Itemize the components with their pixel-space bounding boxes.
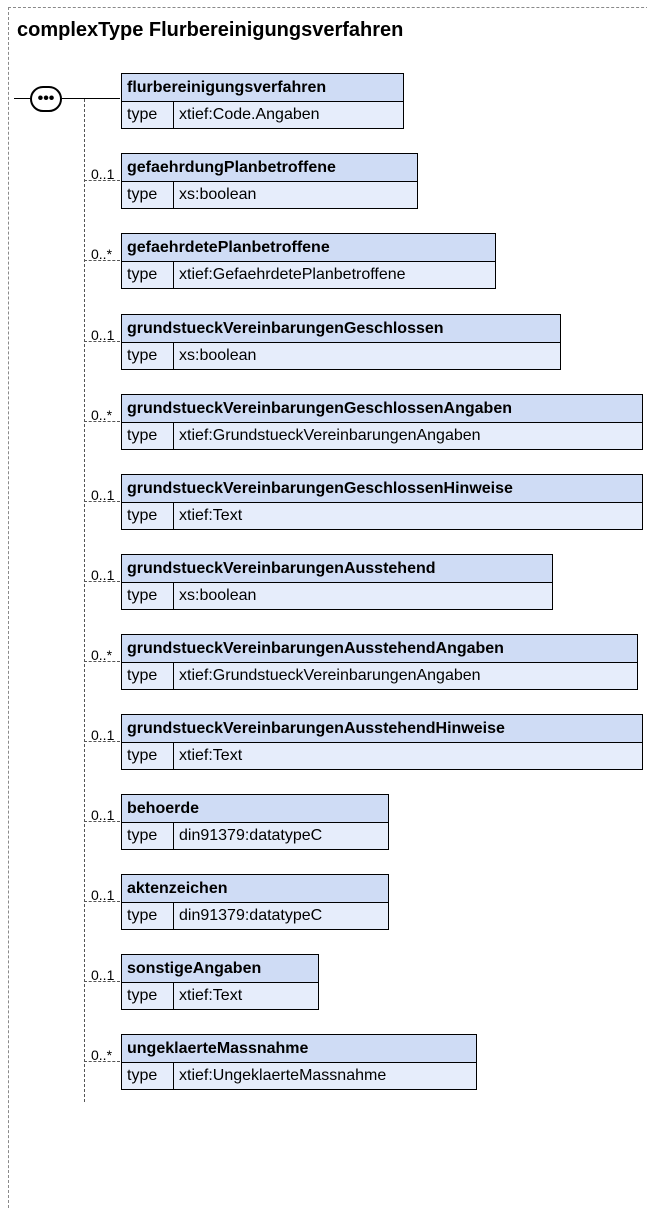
type-label: type [122,503,174,529]
type-value: xtief:Text [179,747,243,764]
type-label: type [122,743,174,769]
type-value: xs:boolean [179,347,257,364]
occurrence-label: 0..* [91,1047,113,1063]
type-label: type [122,663,174,689]
element-box[interactable]: grundstueckVereinbarungenGeschlossen type… [121,314,561,370]
type-value: xtief:Text [179,507,243,524]
type-value: xtief:GefaehrdetePlanbetroffene [179,266,406,283]
type-row: type xtief:Text [122,503,642,529]
sequence-icon[interactable]: ••• [30,86,62,112]
element-name: grundstueckVereinbarungenAusstehendHinwe… [122,715,642,743]
type-row: type xtief:GrundstueckVereinbarungenAngab… [122,423,642,449]
element-box[interactable]: grundstueckVereinbarungenAusstehendHinwe… [121,714,643,770]
type-label: type [122,262,174,288]
occurrence-label: 0..1 [91,487,115,503]
element-name: grundstueckVereinbarungenAusstehend [122,555,552,583]
type-label: type [122,1063,174,1089]
type-label: type [122,903,174,929]
type-label: type [122,423,174,449]
type-value: xs:boolean [179,587,257,604]
element-name: grundstueckVereinbarungenGeschlossen [122,315,560,343]
element-name: sonstigeAngaben [122,955,318,983]
occurrence-label: 0..1 [91,807,115,823]
type-row: type xtief:Code.Angaben [122,102,403,128]
connector-line [84,98,120,99]
type-row: type xtief:Text [122,983,318,1009]
type-row: type xs:boolean [122,182,417,208]
element-box[interactable]: grundstueckVereinbarungenGeschlossenAnga… [121,394,643,450]
type-row: type din91379:datatypeC [122,823,388,849]
type-label: type [122,983,174,1009]
occurrence-label: 0..* [91,407,113,423]
type-row: type xs:boolean [122,583,552,609]
element-box[interactable]: behoerde type din91379:datatypeC [121,794,389,850]
element-name: aktenzeichen [122,875,388,903]
element-box[interactable]: grundstueckVereinbarungenGeschlossenHinw… [121,474,643,530]
element-name: ungeklaerteMassnahme [122,1035,476,1063]
type-value: xtief:GrundstueckVereinbarungenAngaben [179,427,481,444]
type-value: xtief:GrundstueckVereinbarungenAngaben [179,667,481,684]
type-label: type [122,102,174,128]
element-name: grundstueckVereinbarungenGeschlossenHinw… [122,475,642,503]
occurrence-label: 0..1 [91,887,115,903]
occurrence-label: 0..* [91,246,113,262]
connector-line [62,98,84,99]
element-box[interactable]: gefaehrdetePlanbetroffene type xtief:Gefae… [121,233,496,289]
connector-line [14,98,30,99]
element-box[interactable]: aktenzeichen type din91379:datatypeC [121,874,389,930]
element-name: behoerde [122,795,388,823]
occurrence-label: 0..1 [91,327,115,343]
type-value: din91379:datatypeC [179,827,323,844]
element-box[interactable]: gefaehrdungPlanbetroffene type xs:boolean [121,153,418,209]
occurrence-label: 0..1 [91,967,115,983]
occurrence-label: 0..1 [91,567,115,583]
sequence-branch-line [84,99,85,1102]
type-row: type xtief:UngeklaerteMassnahme [122,1063,476,1089]
type-label: type [122,343,174,369]
type-row: type xtief:Text [122,743,642,769]
occurrence-label: 0..1 [91,166,115,182]
type-value: xs:boolean [179,186,257,203]
element-name: gefaehrdungPlanbetroffene [122,154,417,182]
element-box[interactable]: ungeklaerteMassnahme type xtief:Ungeklaert… [121,1034,477,1090]
diagram-title: complexType Flurbereinigungsverfahren [17,19,404,41]
type-row: type din91379:datatypeC [122,903,388,929]
type-value: xtief:UngeklaerteMassnahme [179,1067,387,1084]
type-row: type xtief:GrundstueckVereinbarungenAngab… [122,663,637,689]
type-value: xtief:Code.Angaben [179,106,320,123]
type-value: xtief:Text [179,987,243,1004]
type-row: type xs:boolean [122,343,560,369]
element-name: flurbereinigungsverfahren [122,74,403,102]
element-box[interactable]: flurbereinigungsverfahren type xtief:Code.… [121,73,404,129]
element-name: grundstueckVereinbarungenAusstehendAngab… [122,635,637,663]
element-box[interactable]: sonstigeAngaben type xtief:Text [121,954,319,1010]
occurrence-label: 0..1 [91,727,115,743]
element-name: grundstueckVereinbarungenGeschlossenAnga… [122,395,642,423]
type-row: type xtief:GefaehrdetePlanbetroffene [122,262,495,288]
occurrence-label: 0..* [91,647,113,663]
element-box[interactable]: grundstueckVereinbarungenAusstehendAngab… [121,634,638,690]
type-label: type [122,182,174,208]
element-name: gefaehrdetePlanbetroffene [122,234,495,262]
element-box[interactable]: grundstueckVereinbarungenAusstehend type x… [121,554,553,610]
type-label: type [122,583,174,609]
type-label: type [122,823,174,849]
type-value: din91379:datatypeC [179,907,323,924]
